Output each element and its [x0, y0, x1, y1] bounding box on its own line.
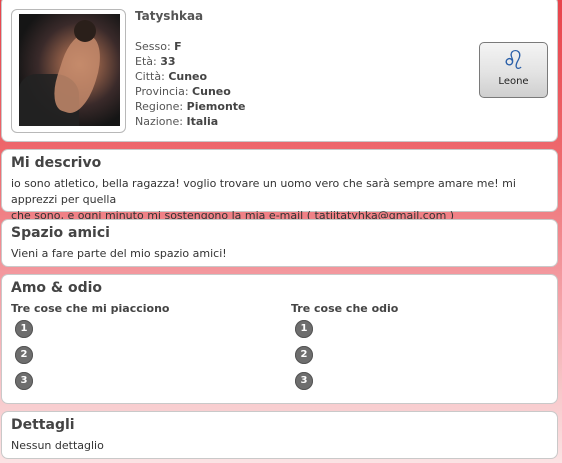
section-mi-descrivo: Mi descrivo io sono atletico, bella raga… [1, 149, 558, 222]
descrivo-text: io sono atletico, bella ragazza! voglio … [11, 177, 516, 222]
leo-zodiac-icon: ♌ [501, 46, 526, 76]
section-amo-odio: Amo & odio Tre cose che mi piacciono Tre… [1, 274, 558, 404]
likes-number-1: 1 [15, 320, 33, 338]
section-title-amo-odio: Amo & odio [11, 280, 103, 296]
section-title-amici: Spazio amici [11, 225, 110, 241]
likes-number-3: 3 [15, 372, 33, 390]
info-citta: Città: Cuneo [135, 70, 208, 83]
username[interactable]: Tatyshkaa [135, 9, 203, 23]
amici-text: Vieni a fare parte del mio spazio amici! [11, 247, 227, 260]
info-nazione: Nazione: Italia [135, 115, 219, 128]
profile-card: Tatyshkaa Sesso: F Età: 33 Città: Cuneo … [1, 0, 558, 142]
likes-number-2: 2 [15, 346, 33, 364]
profile-photo-frame[interactable] [11, 9, 126, 133]
zodiac-label: Leone [498, 76, 529, 87]
section-spazio-amici: Spazio amici Vieni a fare parte del mio … [1, 219, 558, 267]
dislikes-number-2: 2 [295, 346, 313, 364]
info-sesso: Sesso: F [135, 40, 182, 53]
info-regione: Regione: Piemonte [135, 100, 246, 113]
dettagli-text: Nessun dettaglio [11, 439, 104, 452]
dislikes-number-1: 1 [295, 320, 313, 338]
dislikes-header: Tre cose che odio [291, 302, 399, 315]
info-provincia: Provincia: Cuneo [135, 85, 231, 98]
zodiac-badge[interactable]: ♌ Leone [479, 42, 548, 98]
info-eta: Età: 33 [135, 55, 176, 68]
section-title-dettagli: Dettagli [11, 417, 75, 433]
section-dettagli: Dettagli Nessun dettaglio [1, 411, 558, 459]
likes-header: Tre cose che mi piacciono [11, 302, 170, 315]
dislikes-number-3: 3 [295, 372, 313, 390]
profile-photo[interactable] [19, 14, 120, 126]
section-title-descrivo: Mi descrivo [11, 155, 102, 171]
